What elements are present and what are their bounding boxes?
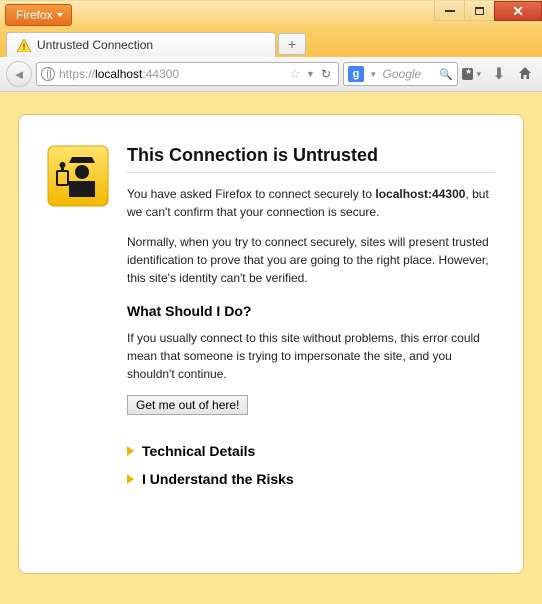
history-dropdown-icon[interactable]: ▼ xyxy=(306,69,315,79)
technical-details-label: Technical Details xyxy=(142,443,255,459)
close-button[interactable]: ✕ xyxy=(494,1,542,21)
nav-toolbar: ◄ https://localhost:44300 ☆ ▼ ↻ g ▾ Goog… xyxy=(0,57,542,92)
search-placeholder: Google xyxy=(383,67,436,81)
svg-text:!: ! xyxy=(23,42,26,52)
understand-risks-label: I Understand the Risks xyxy=(142,471,294,487)
arrow-left-icon: ◄ xyxy=(13,67,26,82)
maximize-icon xyxy=(475,7,484,15)
back-button[interactable]: ◄ xyxy=(6,61,32,87)
triangle-right-icon xyxy=(127,474,134,484)
chevron-down-icon: ▾ xyxy=(476,69,481,80)
bookmarks-icon xyxy=(462,68,473,80)
url-bar[interactable]: https://localhost:44300 ☆ ▼ ↻ xyxy=(36,62,339,86)
maximize-button[interactable] xyxy=(464,1,494,21)
globe-icon xyxy=(41,67,55,81)
download-icon: ⬇ xyxy=(492,64,505,84)
officer-badge-icon xyxy=(47,145,109,207)
page-content: This Connection is Untrusted You have as… xyxy=(0,92,542,604)
home-button[interactable] xyxy=(514,63,536,85)
error-card: This Connection is Untrusted You have as… xyxy=(18,114,524,574)
what-should-i-do-heading: What Should I Do? xyxy=(127,303,495,319)
downloads-button[interactable]: ⬇ xyxy=(488,63,510,85)
understand-risks-expander[interactable]: I Understand the Risks xyxy=(127,471,495,487)
reload-button[interactable]: ↻ xyxy=(321,67,331,81)
app-name: Firefox xyxy=(16,8,53,22)
bookmark-star-icon[interactable]: ☆ xyxy=(289,66,301,82)
advice-paragraph: If you usually connect to this site with… xyxy=(127,329,495,383)
window-titlebar: Firefox ✕ xyxy=(0,0,542,29)
triangle-right-icon xyxy=(127,446,134,456)
new-tab-button[interactable]: + xyxy=(278,33,306,55)
google-icon: g xyxy=(348,66,364,82)
explain-paragraph: Normally, when you try to connect secure… xyxy=(127,233,495,287)
minimize-icon xyxy=(445,10,455,12)
engine-dropdown-icon[interactable]: ▾ xyxy=(371,69,376,80)
get-out-button[interactable]: Get me out of here! xyxy=(127,395,248,415)
tab-title: Untrusted Connection xyxy=(37,38,153,52)
page-title: This Connection is Untrusted xyxy=(127,145,495,173)
technical-details-expander[interactable]: Technical Details xyxy=(127,443,495,459)
close-icon: ✕ xyxy=(512,3,524,20)
url-text: https://localhost:44300 xyxy=(59,67,287,81)
minimize-button[interactable] xyxy=(434,1,464,21)
window-controls: ✕ xyxy=(434,1,542,21)
chevron-down-icon xyxy=(57,13,63,17)
warning-icon: ! xyxy=(17,39,31,52)
plus-icon: + xyxy=(288,36,296,52)
home-icon xyxy=(517,65,533,84)
bookmarks-button[interactable]: ▾ xyxy=(462,63,484,85)
search-icon[interactable]: 🔍 xyxy=(439,68,453,81)
intro-paragraph: You have asked Firefox to connect secure… xyxy=(127,185,495,221)
tab-bar: ! Untrusted Connection + xyxy=(0,29,542,57)
error-body: This Connection is Untrusted You have as… xyxy=(127,145,495,533)
tab-untrusted[interactable]: ! Untrusted Connection xyxy=(6,32,276,57)
firefox-menu-button[interactable]: Firefox xyxy=(5,4,72,26)
search-bar[interactable]: g ▾ Google 🔍 xyxy=(343,62,458,86)
